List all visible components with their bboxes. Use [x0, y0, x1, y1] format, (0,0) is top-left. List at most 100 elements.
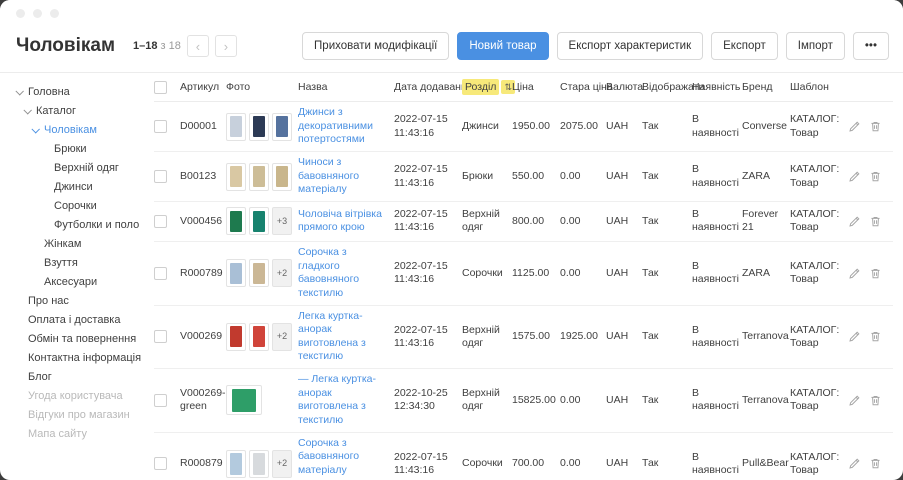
more-photos-badge[interactable]: +2: [272, 259, 292, 287]
product-name-link[interactable]: Чоловіча вітрівка прямого крою: [298, 208, 388, 235]
sidebar-item[interactable]: Верхній одяг: [16, 159, 144, 178]
product-photo-thumb[interactable]: [226, 259, 246, 287]
row-checkbox[interactable]: [154, 394, 167, 407]
export-characteristics-button[interactable]: Експорт характеристик: [557, 32, 704, 60]
product-photo-thumb[interactable]: [249, 323, 269, 351]
page-title: Чоловікам: [16, 35, 115, 57]
product-name-link[interactable]: Сорочка з бавовняного матеріалу притален…: [298, 437, 388, 480]
sidebar-item[interactable]: Брюки: [16, 140, 144, 159]
new-product-button[interactable]: Новий товар: [457, 32, 548, 60]
prev-page-button[interactable]: ‹: [187, 35, 209, 57]
product-sku: R000789: [180, 267, 226, 280]
row-checkbox[interactable]: [154, 457, 167, 470]
product-photo-thumb[interactable]: [226, 450, 246, 478]
product-photo-thumb[interactable]: [226, 207, 246, 235]
sidebar-item[interactable]: Чоловікам: [16, 121, 144, 140]
time-value: 12:34:30: [394, 400, 456, 413]
delete-button[interactable]: [869, 120, 882, 133]
product-photo-thumb[interactable]: [226, 385, 262, 415]
section-sort-label[interactable]: Розділ: [462, 79, 499, 95]
delete-button[interactable]: [869, 267, 882, 280]
product-photo-thumb[interactable]: [226, 323, 246, 351]
window-control-minimize-icon[interactable]: [33, 9, 42, 18]
window-control-maximize-icon[interactable]: [50, 9, 59, 18]
edit-button[interactable]: [848, 170, 861, 183]
sidebar-item[interactable]: Взуття: [16, 254, 144, 273]
product-name-cell: Чиноси з бавовняного матеріалу: [298, 156, 394, 197]
import-button[interactable]: Імпорт: [786, 32, 845, 60]
table-row: V000456+3Чоловіча вітрівка прямого крою2…: [154, 202, 893, 242]
sidebar-item[interactable]: Угода користувача: [16, 387, 144, 406]
sidebar-item[interactable]: Про нас: [16, 292, 144, 311]
delete-button[interactable]: [869, 215, 882, 228]
time-value: 11:43:16: [394, 127, 456, 140]
sidebar-item[interactable]: Контактна інформація: [16, 349, 144, 368]
edit-button[interactable]: [848, 394, 861, 407]
product-photo-thumb[interactable]: [249, 113, 269, 141]
delete-button[interactable]: [869, 394, 882, 407]
export-button[interactable]: Експорт: [711, 32, 778, 60]
trash-icon: [869, 215, 882, 228]
edit-button[interactable]: [848, 120, 861, 133]
sidebar-item[interactable]: Джинси: [16, 178, 144, 197]
product-photo-thumb[interactable]: [272, 113, 292, 141]
product-photo-thumb[interactable]: [272, 163, 292, 191]
product-sku: B00123: [180, 170, 226, 183]
column-header-availability: Наявність: [692, 81, 742, 94]
product-name-link[interactable]: — Легка куртка-анорак виготовлена з текс…: [298, 373, 388, 428]
product-sku: V000269: [180, 330, 226, 343]
hide-modifications-button[interactable]: Приховати модифікації: [302, 32, 449, 60]
product-sku: D00001: [180, 120, 226, 133]
edit-button[interactable]: [848, 457, 861, 470]
sidebar-item[interactable]: Футболки и поло: [16, 216, 144, 235]
more-photos-badge[interactable]: +3: [272, 207, 292, 235]
product-currency: UAH: [606, 170, 642, 183]
product-photo-thumb[interactable]: [226, 113, 246, 141]
product-photo-thumb[interactable]: [226, 163, 246, 191]
row-checkbox[interactable]: [154, 215, 167, 228]
delete-button[interactable]: [869, 170, 882, 183]
product-name-link[interactable]: Джинси з декоративними потертостями: [298, 106, 388, 147]
row-checkbox[interactable]: [154, 267, 167, 280]
chevron-down-icon[interactable]: [23, 106, 31, 114]
sidebar-item[interactable]: Блог: [16, 368, 144, 387]
row-checkbox[interactable]: [154, 120, 167, 133]
sidebar-item[interactable]: Відгуки про магазин: [16, 406, 144, 425]
more-button[interactable]: •••: [853, 32, 889, 60]
trash-icon: [869, 457, 882, 470]
product-visible: Так: [642, 170, 692, 183]
row-checkbox[interactable]: [154, 170, 167, 183]
sidebar-item[interactable]: Каталог: [16, 102, 144, 121]
edit-button[interactable]: [848, 330, 861, 343]
sidebar-item[interactable]: Аксесуари: [16, 273, 144, 292]
product-name-link[interactable]: Сорочка з гладкого бавовняного текстилю: [298, 246, 388, 301]
sidebar-item[interactable]: Сорочки: [16, 197, 144, 216]
product-photo-thumb[interactable]: [249, 450, 269, 478]
product-photo-thumb[interactable]: [249, 163, 269, 191]
next-page-button[interactable]: ›: [215, 35, 237, 57]
sidebar-item[interactable]: Мапа сайту: [16, 425, 144, 444]
more-photos-badge[interactable]: +2: [272, 450, 292, 478]
window-control-close-icon[interactable]: [16, 9, 25, 18]
chevron-down-icon[interactable]: [15, 87, 23, 95]
product-photo-thumb[interactable]: [249, 207, 269, 235]
delete-button[interactable]: [869, 330, 882, 343]
table-row: B00123Чиноси з бавовняного матеріалу2022…: [154, 152, 893, 202]
product-photo-thumb[interactable]: [249, 259, 269, 287]
product-name-link[interactable]: Чиноси з бавовняного матеріалу: [298, 156, 388, 197]
sidebar-item[interactable]: Обмін та повернення: [16, 330, 144, 349]
edit-button[interactable]: [848, 215, 861, 228]
product-section: Верхній одяг: [462, 324, 512, 350]
sidebar-item[interactable]: Жінкам: [16, 235, 144, 254]
more-photos-badge[interactable]: +2: [272, 323, 292, 351]
edit-button[interactable]: [848, 267, 861, 280]
select-all-checkbox[interactable]: [154, 81, 167, 94]
delete-button[interactable]: [869, 457, 882, 470]
row-checkbox[interactable]: [154, 330, 167, 343]
column-header-template: Шаблон: [790, 81, 848, 94]
sidebar-item[interactable]: Оплата і доставка: [16, 311, 144, 330]
product-section: Верхній одяг: [462, 208, 512, 234]
sidebar-item[interactable]: Головна: [16, 83, 144, 102]
product-name-link[interactable]: Легка куртка-анорак виготовлена з тексти…: [298, 310, 388, 365]
chevron-down-icon[interactable]: [31, 125, 39, 133]
